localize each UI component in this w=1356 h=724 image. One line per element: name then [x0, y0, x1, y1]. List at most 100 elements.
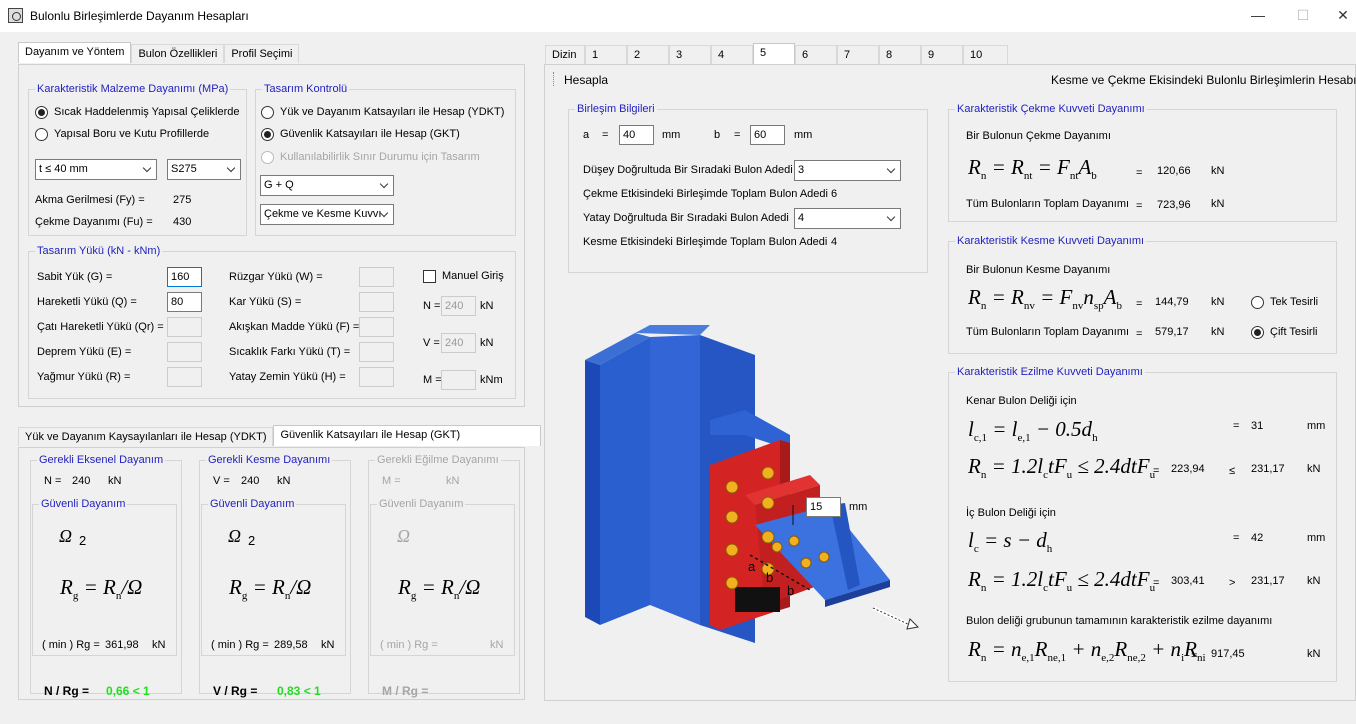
v-unit: kN: [480, 337, 494, 349]
bending-group: Gerekli Eğilme Dayanımı M = kN Güvenli D…: [368, 454, 520, 698]
shear-capacity-group: Karakteristik Kesme Kuvveti Dayanımı Bir…: [948, 235, 1337, 354]
force-type-select[interactable]: Çekme ve Kesme Kuvvı: [260, 204, 394, 225]
bending-m-label: M =: [382, 475, 401, 487]
snow-load-input[interactable]: [359, 292, 394, 312]
b-input[interactable]: 60: [750, 125, 785, 145]
roof-live-load-input[interactable]: [167, 317, 202, 337]
axial-safe-title: Güvenli Dayanım: [39, 498, 128, 510]
tab-3[interactable]: 3: [669, 45, 711, 64]
manual-entry-checkbox[interactable]: [423, 270, 436, 283]
hot-rolled-radio[interactable]: [35, 106, 48, 119]
n-unit: kN: [480, 300, 494, 312]
serviceability-radio[interactable]: [261, 151, 274, 164]
tab-6[interactable]: 6: [795, 45, 837, 64]
tab-10[interactable]: 10: [963, 45, 1008, 64]
shear-min-label: ( min ) Rg =: [211, 639, 269, 651]
tab-strength-method[interactable]: Dayanım ve Yöntem: [18, 42, 132, 63]
shear-omega-value: 2: [248, 533, 256, 548]
rain-load-input[interactable]: [167, 367, 202, 387]
shear-group: Gerekli Kesme Dayanımı V = 240 kN Güvenl…: [199, 454, 351, 698]
vertical-bolts-select[interactable]: 3: [794, 160, 901, 181]
inner-lc-eq: =: [1233, 532, 1240, 544]
tab-2[interactable]: 2: [627, 45, 669, 64]
tab-5[interactable]: 5: [753, 43, 795, 64]
tab-gkt[interactable]: Güvenlik Katsayıları ile Hesap (GKT): [273, 425, 542, 446]
m-label: M =: [423, 374, 442, 386]
shear-v-value: 240: [241, 475, 260, 487]
thickness-select[interactable]: t ≤ 40 mm: [35, 159, 157, 180]
tensile-group: Karakteristik Çekme Kuvveti Dayanımı Bir…: [948, 103, 1337, 222]
title-bar: Bulonlu Birleşimlerde Dayanım Hesapları …: [0, 0, 1356, 32]
m-input[interactable]: [441, 370, 476, 390]
roof-live-load-label: Çatı Hareketli Yükü (Qr) =: [37, 321, 164, 333]
dead-load-input[interactable]: 160: [167, 267, 202, 287]
fluid-load-label: Akışkan Madde Yükü (F) =: [229, 321, 360, 333]
shear-bolts-value: 4: [831, 236, 838, 248]
hollow-section-label: Yapısal Boru ve Kutu Profillerde: [54, 128, 210, 140]
tab-index[interactable]: Dizin: [545, 45, 585, 64]
hot-rolled-label: Sıcak Haddelenmiş Yapısal Çeliklerde: [54, 106, 240, 118]
minimize-button[interactable]: —: [1235, 0, 1281, 32]
tensile-title: Karakteristik Çekme Kuvveti Dayanımı: [955, 103, 1147, 115]
fluid-load-input[interactable]: [359, 317, 394, 337]
material-group: Karakteristik Malzeme Dayanımı (MPa) Sıc…: [28, 83, 247, 236]
single-shear-radio[interactable]: [1251, 296, 1264, 309]
steel-grade-select[interactable]: S275: [167, 159, 241, 180]
shear-capacity-all-eq: =: [1136, 328, 1143, 340]
tab-ydkt[interactable]: Yük ve Dayanım Kaysayılanları ile Hesap …: [18, 427, 274, 446]
tab-8[interactable]: 8: [879, 45, 921, 64]
inner-lc-unit: mm: [1307, 532, 1326, 544]
inner-rn-formula: Rn = 1.2lctFu ≤ 2.4dtFu: [968, 567, 1156, 595]
a-input[interactable]: 40: [619, 125, 654, 145]
temperature-load-input[interactable]: [359, 342, 394, 362]
calculate-button[interactable]: Hesapla: [564, 73, 608, 87]
load-combo-select[interactable]: G + Q: [260, 175, 394, 196]
design-check-title: Tasarım Kontrolü: [262, 83, 350, 95]
gkt-radio[interactable]: [261, 128, 274, 141]
ydkt-radio[interactable]: [261, 106, 274, 119]
hollow-section-radio[interactable]: [35, 128, 48, 141]
b-equals: =: [734, 129, 741, 141]
wind-load-input[interactable]: [359, 267, 394, 287]
calc-heading: Kesme ve Çekme Ekisindeki Bulonlu Birleş…: [1051, 73, 1356, 87]
v-input[interactable]: 240: [441, 333, 476, 353]
shear-capacity-sub: Bir Bulonun Kesme Dayanımı: [966, 264, 1111, 276]
tab-profile-selection[interactable]: Profil Seçimi: [224, 44, 300, 63]
column-flange-left: [585, 360, 600, 625]
earthquake-load-input[interactable]: [167, 342, 202, 362]
tab-1[interactable]: 1: [585, 45, 627, 64]
tab-bolt-properties[interactable]: Bulon Özellikleri: [131, 44, 225, 63]
tensile-all-eq: =: [1136, 200, 1143, 212]
ydkt-label: Yük ve Dayanım Katsayıları ile Hesap (YD…: [280, 106, 505, 118]
column-top: [635, 325, 710, 335]
double-shear-radio[interactable]: [1251, 326, 1264, 339]
edge-lc-eq: =: [1233, 420, 1240, 432]
shear-v-unit: kN: [277, 475, 291, 487]
horizontal-bolts-label: Yatay Doğrultuda Bir Sıradaki Bulon Aded…: [583, 212, 789, 224]
live-load-input[interactable]: 80: [167, 292, 202, 312]
tab-4[interactable]: 4: [711, 45, 753, 64]
bending-m-unit: kN: [446, 475, 460, 487]
inner-lc-formula: lc = s − dh: [968, 528, 1053, 556]
plate-thickness-input[interactable]: 15: [806, 497, 841, 517]
tab-7[interactable]: 7: [837, 45, 879, 64]
tensile-formula: Rn = Rnt = FntAb: [968, 155, 1097, 183]
tensile-sub: Bir Bulonun Çekme Dayanımı: [966, 130, 1111, 142]
edge-rn-unit: kN: [1307, 463, 1321, 475]
force-arrow-head: [906, 618, 920, 630]
strength-method-panel: Karakteristik Malzeme Dayanımı (MPa) Sıc…: [18, 64, 525, 407]
horizontal-bolts-select[interactable]: 4: [794, 208, 901, 229]
dim-a-label: a: [748, 559, 756, 574]
soil-load-input[interactable]: [359, 367, 394, 387]
close-button[interactable]: ✕: [1320, 0, 1356, 32]
dim-b-label-2: b: [787, 583, 794, 598]
inner-rn-limit: 231,17: [1251, 575, 1285, 587]
bending-min-label: ( min ) Rg =: [380, 639, 438, 651]
tab-9[interactable]: 9: [921, 45, 963, 64]
shear-v-label: V =: [213, 475, 230, 487]
m-unit: kNm: [480, 374, 503, 386]
n-input[interactable]: 240: [441, 296, 476, 316]
fu-value: 430: [173, 216, 192, 228]
edge-rn-limit: 231,17: [1251, 463, 1285, 475]
tensile-all-unit: kN: [1211, 198, 1225, 210]
